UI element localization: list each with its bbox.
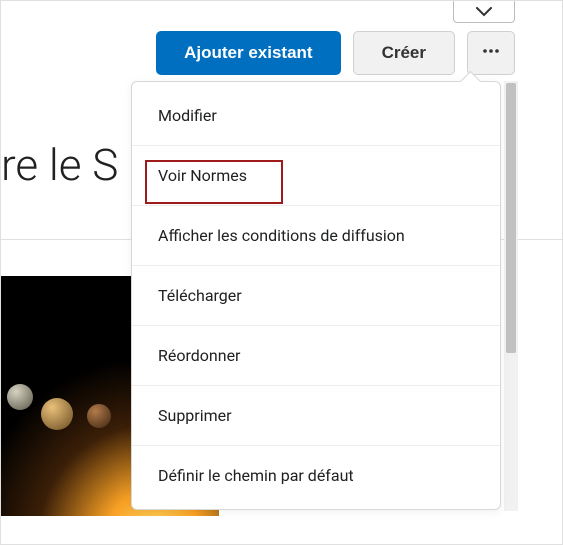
create-button[interactable]: Créer xyxy=(353,31,455,75)
action-toolbar: Ajouter existant Créer xyxy=(156,31,515,75)
planet-icon xyxy=(41,398,73,430)
menu-item-delete[interactable]: Supprimer xyxy=(132,386,500,446)
more-actions-menu: Modifier Voir Normes Afficher les condit… xyxy=(131,81,501,510)
menu-item-release-conditions[interactable]: Afficher les conditions de diffusion xyxy=(132,206,500,266)
more-actions-button[interactable] xyxy=(467,31,515,75)
dropdown-scrollbar-track[interactable] xyxy=(504,81,518,511)
menu-item-default-path[interactable]: Définir le chemin par défaut xyxy=(132,446,500,509)
planet-icon xyxy=(87,404,111,428)
collapse-toggle[interactable] xyxy=(453,1,515,23)
planet-icon xyxy=(7,384,33,410)
page-title: re le S xyxy=(1,139,118,191)
chevron-down-icon xyxy=(476,2,492,21)
menu-item-reorder[interactable]: Réordonner xyxy=(132,326,500,386)
menu-item-view-standards[interactable]: Voir Normes xyxy=(132,146,500,206)
add-existing-button[interactable]: Ajouter existant xyxy=(156,31,340,75)
menu-item-modify[interactable]: Modifier xyxy=(132,82,500,146)
menu-item-download[interactable]: Télécharger xyxy=(132,266,500,326)
ellipsis-icon xyxy=(481,41,501,66)
dropdown-scrollbar-thumb[interactable] xyxy=(506,83,516,353)
